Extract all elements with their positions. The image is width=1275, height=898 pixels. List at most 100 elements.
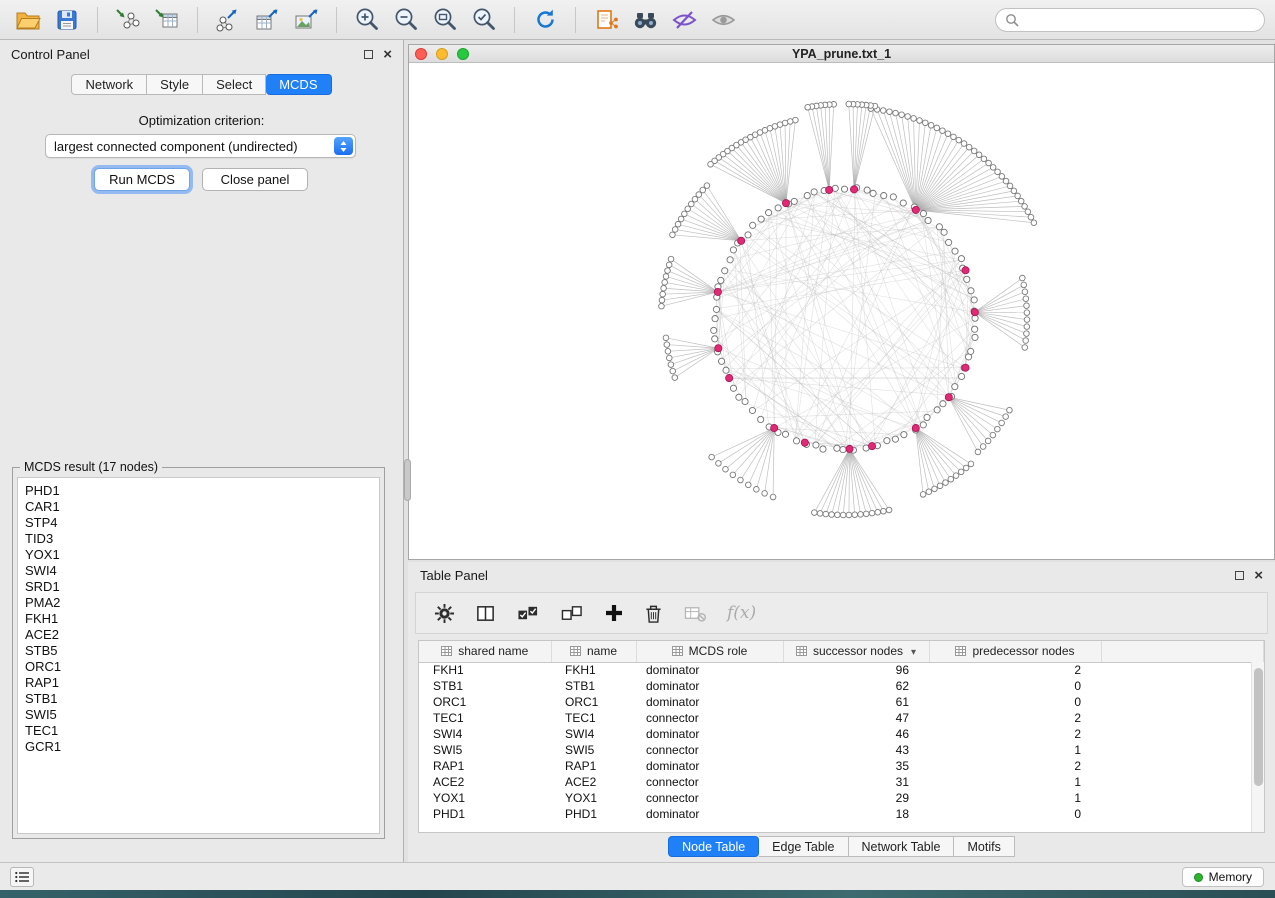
table-row[interactable]: SWI4SWI4dominator462	[419, 726, 1264, 742]
table-settings-button[interactable]	[434, 603, 455, 624]
float-table-panel-icon[interactable]	[1235, 571, 1244, 580]
export-table-icon	[254, 8, 280, 32]
mcds-result-item[interactable]: CAR1	[25, 499, 372, 515]
add-column-button[interactable]	[604, 603, 624, 623]
clear-table-icon	[683, 603, 707, 624]
zoom-fit-button[interactable]	[427, 4, 463, 36]
tab-mcds[interactable]: MCDS	[266, 74, 331, 95]
mcds-result-item[interactable]: SWI4	[25, 563, 372, 579]
table-row[interactable]: SWI5SWI5connector431	[419, 742, 1264, 758]
table-row[interactable]: YOX1YOX1connector291	[419, 790, 1264, 806]
maximize-window-icon[interactable]	[457, 48, 469, 60]
table-row[interactable]: STB1STB1dominator620	[419, 678, 1264, 694]
open-file-button[interactable]	[10, 4, 46, 36]
mcds-result-item[interactable]: SRD1	[25, 579, 372, 595]
optimization-criterion-dropdown[interactable]: largest connected component (undirected)	[45, 134, 356, 158]
panel-menu-button[interactable]	[10, 867, 34, 887]
column-header-predecessor-nodes[interactable]: predecessor nodes	[929, 641, 1101, 662]
zoom-out-button[interactable]	[388, 4, 424, 36]
refresh-button[interactable]	[527, 4, 563, 36]
import-table-button[interactable]	[149, 4, 185, 36]
mcds-result-item[interactable]: STB1	[25, 691, 372, 707]
toggle-columns-button[interactable]	[475, 603, 496, 624]
export-image-button[interactable]	[288, 4, 324, 36]
table-panel-toolbar: f(x)	[415, 592, 1268, 634]
export-network-button[interactable]	[210, 4, 246, 36]
search-input[interactable]	[1025, 13, 1255, 27]
tab-network[interactable]: Network	[71, 74, 147, 95]
close-table-panel-icon[interactable]: ×	[1254, 571, 1263, 580]
show-all-button[interactable]	[705, 4, 741, 36]
clear-table-button-disabled	[683, 603, 707, 624]
mcds-result-item[interactable]: ACE2	[25, 627, 372, 643]
table-row[interactable]: ACE2ACE2connector311	[419, 774, 1264, 790]
column-header-shared-name[interactable]: shared name	[419, 641, 551, 662]
table-row[interactable]: RAP1RAP1dominator352	[419, 758, 1264, 774]
mcds-result-item[interactable]: TID3	[25, 531, 372, 547]
control-panel-tabs: Network Style Select MCDS	[0, 74, 403, 95]
select-all-button[interactable]	[516, 603, 540, 624]
network-vertical-scrollbar[interactable]	[404, 459, 411, 501]
table-vertical-scrollbar[interactable]	[1251, 662, 1264, 832]
toolbar-separator	[197, 7, 198, 33]
dropdown-selected-value: largest connected component (undirected)	[54, 139, 298, 154]
node-table-body: FKH1FKH1dominator962STB1STB1dominator620…	[419, 662, 1264, 822]
table-row[interactable]: ORC1ORC1dominator610	[419, 694, 1264, 710]
mcds-result-item[interactable]: STB5	[25, 643, 372, 659]
mcds-result-item[interactable]: STP4	[25, 515, 372, 531]
network-canvas[interactable]	[409, 63, 1274, 559]
mcds-result-item[interactable]: YOX1	[25, 547, 372, 563]
mcds-result-item[interactable]: GCR1	[25, 739, 372, 755]
mcds-result-list[interactable]: PHD1CAR1STP4TID3YOX1SWI4SRD1PMA2FKH1ACE2…	[17, 477, 380, 834]
zoom-in-button[interactable]	[349, 4, 385, 36]
tab-node-table[interactable]: Node Table	[668, 836, 759, 857]
close-panel-icon[interactable]: ×	[383, 50, 392, 59]
delete-column-button[interactable]	[644, 603, 663, 624]
columns-icon	[475, 603, 496, 624]
minimize-window-icon[interactable]	[436, 48, 448, 60]
scrollbar-thumb[interactable]	[1254, 668, 1263, 786]
tab-select[interactable]: Select	[203, 74, 266, 95]
save-session-button[interactable]	[49, 4, 85, 36]
network-graph[interactable]	[409, 63, 1274, 559]
toolbar-separator	[575, 7, 576, 33]
tab-edge-table[interactable]: Edge Table	[759, 836, 848, 857]
status-bar: Memory	[0, 862, 1275, 890]
mcds-result-item[interactable]: PMA2	[25, 595, 372, 611]
tab-network-table[interactable]: Network Table	[849, 836, 955, 857]
hide-selected-button[interactable]	[666, 4, 702, 36]
mcds-result-item[interactable]: RAP1	[25, 675, 372, 691]
memory-button[interactable]: Memory	[1182, 867, 1264, 887]
table-row[interactable]: PHD1PHD1dominator180	[419, 806, 1264, 822]
import-network-button[interactable]	[110, 4, 146, 36]
mcds-result-item[interactable]: SWI5	[25, 707, 372, 723]
zoom-selected-button[interactable]	[466, 4, 502, 36]
tab-style[interactable]: Style	[147, 74, 203, 95]
sort-chevron-icon[interactable]: ▾	[911, 647, 916, 658]
export-table-button[interactable]	[249, 4, 285, 36]
column-edit-icon	[441, 646, 452, 656]
column-header-successor-nodes[interactable]: successor nodes▾	[783, 641, 929, 662]
mcds-result-item[interactable]: PHD1	[25, 483, 372, 499]
table-row[interactable]: TEC1TEC1connector472	[419, 710, 1264, 726]
mcds-result-item[interactable]: TEC1	[25, 723, 372, 739]
table-row[interactable]: FKH1FKH1dominator962	[419, 662, 1264, 678]
close-window-icon[interactable]	[415, 48, 427, 60]
share-document-button[interactable]	[588, 4, 624, 36]
tab-motifs[interactable]: Motifs	[954, 836, 1014, 857]
column-header-mcds-role[interactable]: MCDS role	[636, 641, 783, 662]
close-panel-button[interactable]: Close panel	[202, 168, 308, 191]
run-mcds-button[interactable]: Run MCDS	[94, 168, 190, 191]
global-search[interactable]	[995, 8, 1265, 32]
mcds-result-item[interactable]: ORC1	[25, 659, 372, 675]
network-window-titlebar[interactable]: YPA_prune.txt_1	[409, 45, 1274, 63]
column-edit-icon	[796, 646, 807, 656]
import-network-icon	[115, 8, 141, 32]
search-network-button[interactable]	[627, 4, 663, 36]
select-all-icon	[516, 603, 540, 624]
mcds-result-item[interactable]: FKH1	[25, 611, 372, 627]
deselect-all-button[interactable]	[560, 603, 584, 624]
column-header-name[interactable]: name	[551, 641, 636, 662]
float-panel-icon[interactable]	[364, 50, 373, 59]
network-window-title: YPA_prune.txt_1	[792, 47, 891, 61]
